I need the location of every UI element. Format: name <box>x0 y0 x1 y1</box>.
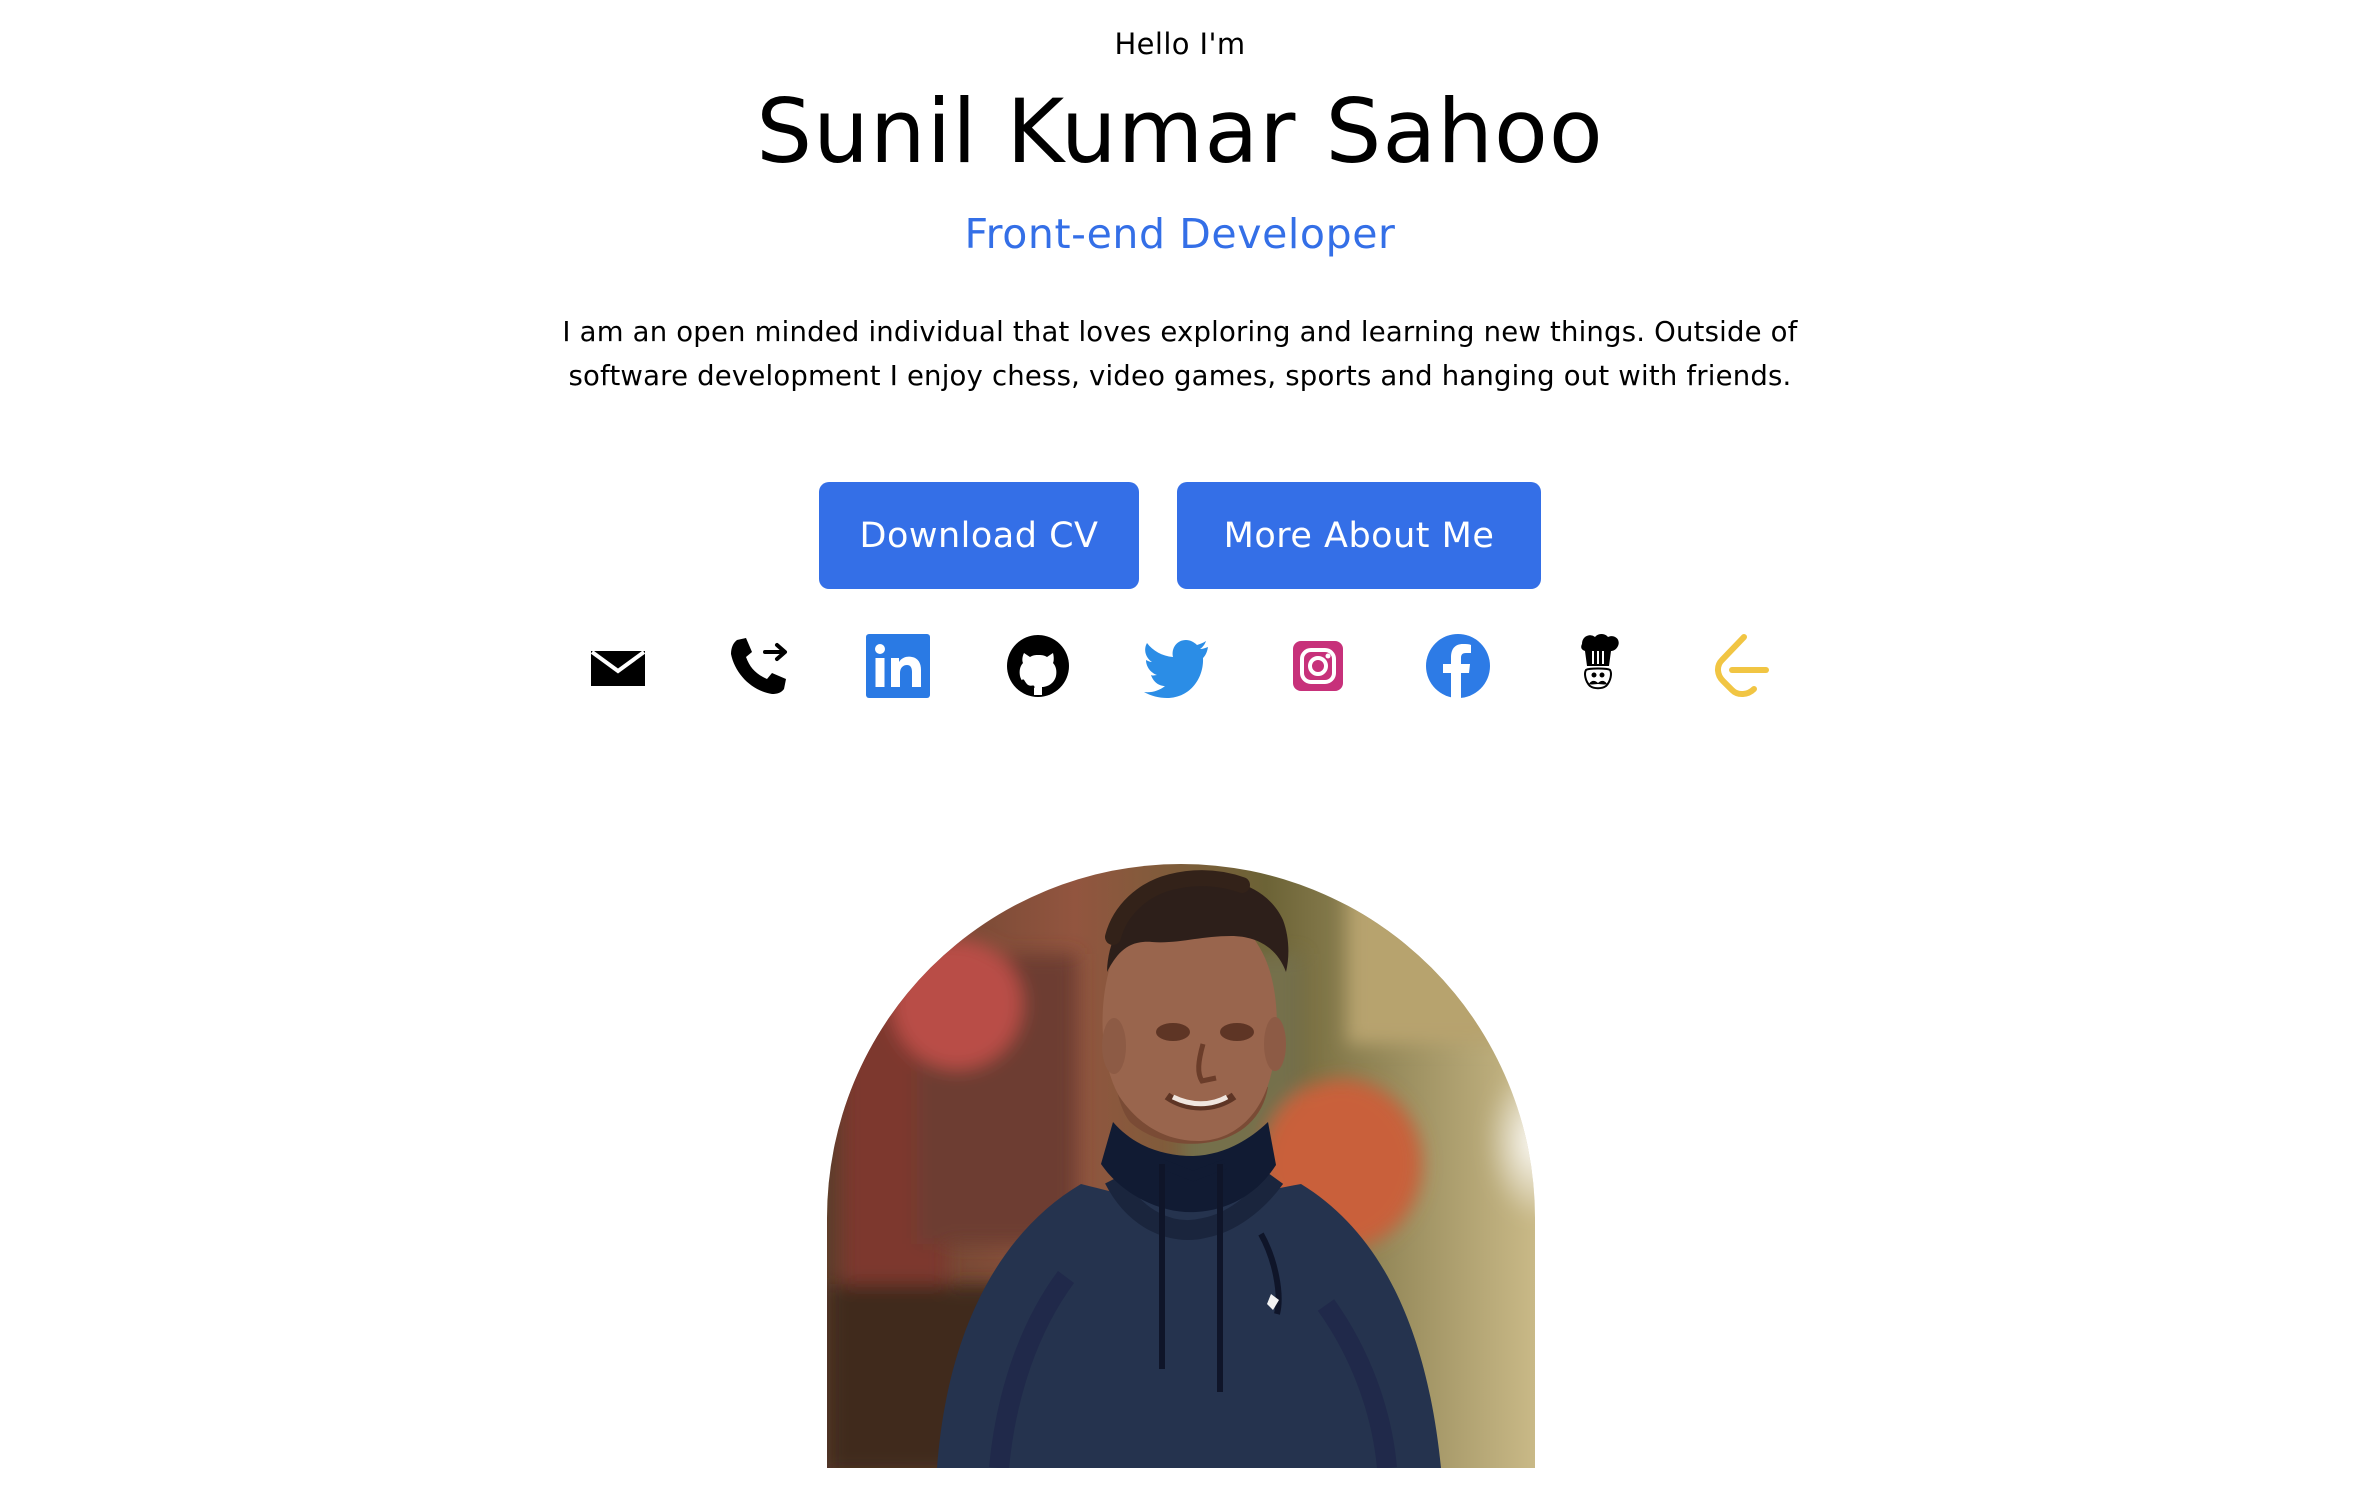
profile-photo <box>827 864 1535 1468</box>
profile-name: Sunil Kumar Sahoo <box>756 80 1604 183</box>
download-cv-button[interactable]: Download CV <box>819 482 1139 589</box>
leetcode-icon[interactable] <box>1702 630 1774 702</box>
instagram-icon[interactable] <box>1282 630 1354 702</box>
twitter-icon[interactable] <box>1142 630 1214 702</box>
profile-role: Front-end Developer <box>964 210 1396 258</box>
facebook-icon[interactable] <box>1422 630 1494 702</box>
mail-icon[interactable] <box>582 630 654 702</box>
hero-section: Hello I'm Sunil Kumar Sahoo Front-end De… <box>0 0 2360 1506</box>
more-about-me-button[interactable]: More About Me <box>1177 482 1541 589</box>
linkedin-icon[interactable] <box>862 630 934 702</box>
chef-icon[interactable] <box>1562 630 1634 702</box>
social-links <box>582 630 1778 702</box>
action-buttons: Download CV More About Me <box>0 482 2360 589</box>
github-icon[interactable] <box>1002 630 1074 702</box>
phone-forward-icon[interactable] <box>722 630 794 702</box>
profile-bio: I am an open minded individual that love… <box>562 316 1798 392</box>
greeting-text: Hello I'm <box>1114 27 1246 61</box>
